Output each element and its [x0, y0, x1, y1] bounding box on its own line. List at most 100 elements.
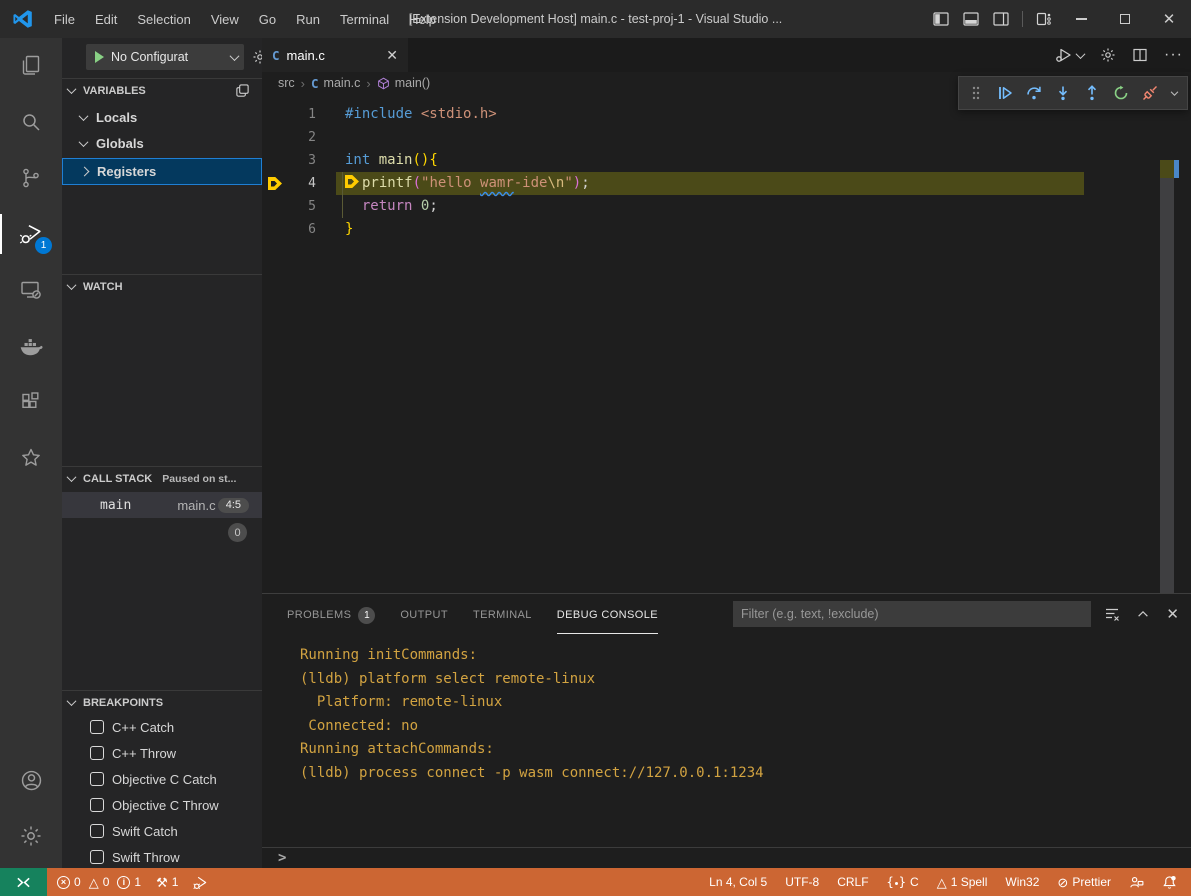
menu-selection[interactable]: Selection [127, 0, 200, 38]
breakpoint-item[interactable]: C++ Throw [62, 740, 262, 766]
feedback-icon[interactable] [1129, 875, 1144, 890]
debug-console-input[interactable]: > [262, 847, 1191, 868]
code-editor[interactable]: 1#include <stdio.h>23int main(){4printf(… [262, 94, 1191, 593]
cursor-position[interactable]: Ln 4, Col 5 [709, 875, 767, 889]
menu-help[interactable]: Help [399, 0, 446, 38]
toggle-sidebar-icon[interactable] [926, 0, 956, 38]
accounts-icon[interactable] [0, 752, 62, 808]
menu-view[interactable]: View [201, 0, 249, 38]
call-stack-frame[interactable]: main main.c 4:5 [62, 492, 262, 518]
toggle-secondary-sidebar-icon[interactable] [986, 0, 1016, 38]
debug-config-dropdown[interactable]: No Configurat [86, 44, 244, 70]
watch-section-header[interactable]: WATCH [62, 274, 262, 298]
code-line-4[interactable]: 4printf("hello wamr-ide\n"); [262, 172, 1191, 195]
breakpoint-checkbox[interactable] [90, 850, 104, 864]
code-line-3[interactable]: 3int main(){ [262, 149, 1191, 172]
breakpoint-item[interactable]: Swift Throw [62, 844, 262, 868]
menu-edit[interactable]: Edit [85, 0, 127, 38]
start-debug-play-icon[interactable] [95, 51, 104, 63]
search-icon[interactable] [0, 94, 62, 150]
remote-explorer-icon[interactable] [0, 262, 62, 318]
debug-console-filter-input[interactable] [733, 601, 1091, 627]
configure-gear-icon[interactable] [252, 49, 262, 65]
menu-go[interactable]: Go [249, 0, 286, 38]
tools-status[interactable]: ⚒ 1 [156, 875, 178, 889]
close-button[interactable]: ✕ [1147, 0, 1191, 38]
breadcrumb-file[interactable]: main.c [324, 76, 361, 90]
maximize-button[interactable] [1103, 0, 1147, 38]
minimize-button[interactable] [1059, 0, 1103, 38]
toggle-panel-icon[interactable] [956, 0, 986, 38]
toolbar-chevron-down-icon[interactable] [1165, 79, 1183, 107]
breakpoint-checkbox[interactable] [90, 746, 104, 760]
step-over-icon[interactable] [1021, 79, 1048, 107]
tab-close-icon[interactable]: ✕ [386, 47, 398, 64]
run-and-debug-icon[interactable]: 1 [0, 206, 62, 262]
settings-gear-icon[interactable] [0, 808, 62, 864]
docker-icon[interactable] [0, 318, 62, 374]
breadcrumb-symbol[interactable]: main() [395, 76, 430, 90]
clear-console-icon[interactable] [1104, 606, 1120, 622]
favorites-star-icon[interactable] [0, 430, 62, 486]
variables-scope-registers[interactable]: Registers [62, 158, 262, 185]
debug-status-icon[interactable] [193, 875, 208, 890]
debug-console-output[interactable]: Running initCommands:(lldb) platform sel… [300, 644, 1171, 785]
maximize-panel-chevron-icon[interactable] [1136, 607, 1150, 621]
warning-triangle-icon: △ [937, 876, 947, 889]
language-mode[interactable]: {} C [887, 875, 919, 889]
explorer-icon[interactable] [0, 38, 62, 94]
overview-ruler[interactable] [1160, 94, 1174, 593]
eol-sequence[interactable]: CRLF [837, 875, 868, 889]
breakpoint-checkbox[interactable] [90, 824, 104, 838]
breakpoint-item[interactable]: C++ Catch [62, 714, 262, 740]
panel-tab-problems[interactable]: PROBLEMS1 [287, 594, 375, 634]
step-into-icon[interactable] [1050, 79, 1077, 107]
menu-run[interactable]: Run [286, 0, 330, 38]
panel-tab-output[interactable]: OUTPUT [400, 594, 448, 634]
run-or-debug-button[interactable] [1054, 47, 1084, 63]
step-out-icon[interactable] [1079, 79, 1106, 107]
code-line-6[interactable]: 6} [262, 218, 1191, 241]
encoding[interactable]: UTF-8 [785, 875, 819, 889]
customize-layout-icon[interactable] [1029, 0, 1059, 38]
platform-target[interactable]: Win32 [1005, 875, 1039, 889]
breakpoint-item[interactable]: Objective C Throw [62, 792, 262, 818]
code-line-2[interactable]: 2 [262, 126, 1191, 149]
formatter-status[interactable]: ⊘ Prettier [1057, 875, 1111, 889]
breadcrumb-folder[interactable]: src [278, 76, 295, 90]
breakpoint-checkbox[interactable] [90, 772, 104, 786]
breakpoint-checkbox[interactable] [90, 720, 104, 734]
restart-icon[interactable] [1107, 79, 1134, 107]
menu-terminal[interactable]: Terminal [330, 0, 399, 38]
continue-icon[interactable] [992, 79, 1019, 107]
more-actions-icon[interactable]: ··· [1164, 46, 1183, 64]
code-line-5[interactable]: 5 return 0; [262, 195, 1191, 218]
breakpoint-item[interactable]: Swift Catch [62, 818, 262, 844]
breakpoint-checkbox[interactable] [90, 798, 104, 812]
breakpoints-section-header[interactable]: BREAKPOINTS [62, 690, 262, 714]
menu-file[interactable]: File [44, 0, 85, 38]
editor-settings-gear-icon[interactable] [1100, 47, 1116, 63]
notifications-bell-icon[interactable] [1162, 875, 1177, 890]
panel-tab-terminal[interactable]: TERMINAL [473, 594, 532, 634]
code-line-text: printf("hello wamr-ide\n"); [336, 172, 590, 195]
extensions-icon[interactable] [0, 374, 62, 430]
call-stack-section-header[interactable]: CALL STACK Paused on st... [62, 466, 262, 490]
code-token [370, 152, 378, 168]
split-editor-icon[interactable] [1132, 47, 1148, 63]
variables-section-header[interactable]: VARIABLES [62, 78, 262, 102]
variables-scope-globals[interactable]: Globals [62, 130, 262, 156]
close-panel-icon[interactable]: ✕ [1166, 605, 1179, 623]
spell-checker-status[interactable]: △ 1 Spell [937, 875, 988, 889]
variables-scope-locals[interactable]: Locals [62, 104, 262, 130]
problems-status[interactable]: × 0 △ 0 i 1 [57, 875, 141, 889]
remote-indicator[interactable] [0, 868, 47, 896]
toolbar-drag-grip[interactable] [963, 79, 990, 107]
panel-tab-debug-console[interactable]: DEBUG CONSOLE [557, 594, 658, 634]
scrollbar-slider[interactable] [1160, 178, 1174, 593]
disconnect-icon[interactable] [1136, 79, 1163, 107]
breakpoint-item[interactable]: Objective C Catch [62, 766, 262, 792]
tab-main-c[interactable]: C main.c ✕ [262, 38, 408, 72]
panels-copy-icon[interactable] [235, 83, 250, 98]
source-control-icon[interactable] [0, 150, 62, 206]
